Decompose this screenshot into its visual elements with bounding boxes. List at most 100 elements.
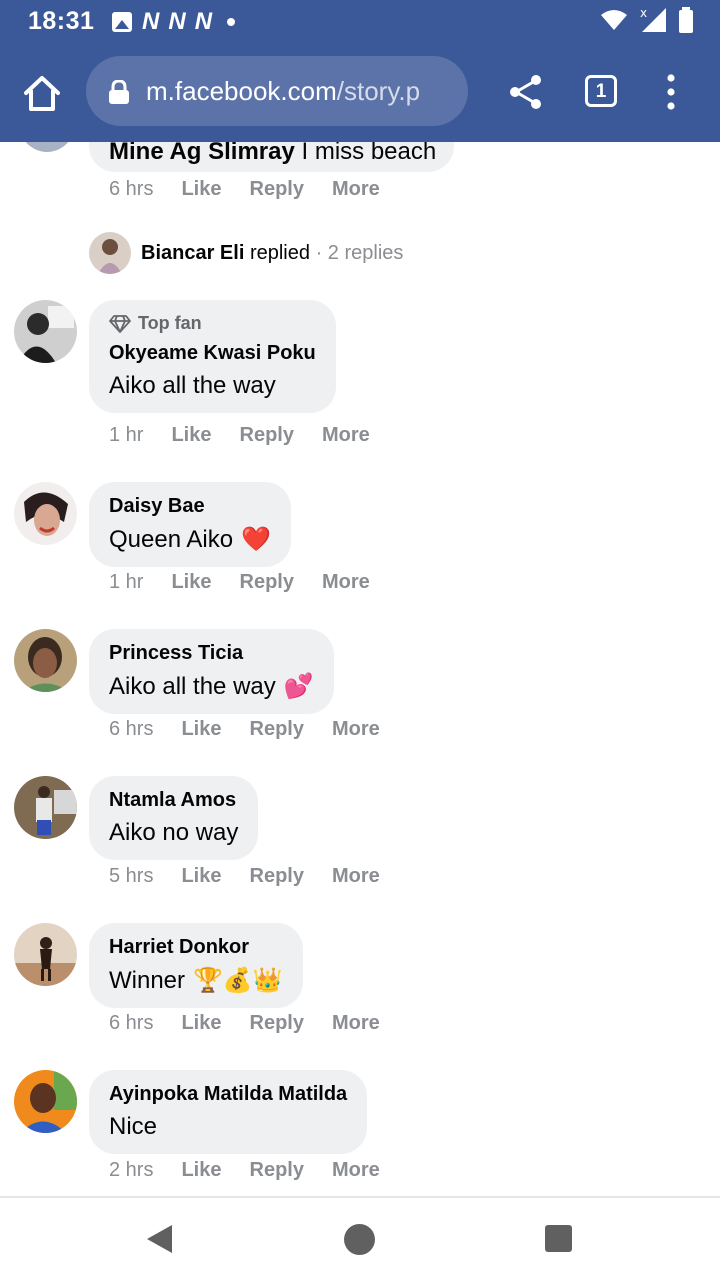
svg-text:x: x — [640, 6, 647, 20]
like-button[interactable]: Like — [171, 571, 211, 594]
comments-list: Mine Ag Slimray I miss beach 6 hrs Like … — [0, 142, 720, 1197]
comment-author[interactable]: Okyeame Kwasi Poku — [109, 342, 316, 365]
comment-time[interactable]: 6 hrs — [109, 1012, 153, 1035]
url-domain: m.facebook.com — [146, 76, 337, 106]
status-bar: 18:31 N N N x — [0, 0, 720, 44]
reply-button[interactable]: Reply — [250, 1159, 304, 1182]
trophy-moneybag-crown-emoji: 🏆💰👑 — [193, 967, 283, 994]
comment-text: Nice — [109, 1113, 158, 1140]
comment-time[interactable]: 1 hr — [109, 424, 143, 447]
more-button[interactable]: More — [332, 865, 380, 888]
replier-name: Biancar Eli — [141, 241, 245, 264]
avatar[interactable] — [14, 776, 77, 839]
like-button[interactable]: Like — [181, 718, 221, 741]
comment-item: Top fan Okyeame Kwasi Poku Aiko all the … — [0, 300, 720, 450]
status-right-icons: x — [600, 6, 694, 34]
comment-actions: 6 hrs Like Reply More — [109, 1012, 408, 1035]
comment-bubble: Harriet Donkor Winner 🏆💰👑 — [89, 923, 303, 1008]
url-text: m.facebook.com/story.p — [146, 76, 420, 107]
reply-button[interactable]: Reply — [250, 865, 304, 888]
replies-count: 2 replies — [327, 241, 404, 264]
red-heart-emoji: ❤️ — [241, 526, 271, 553]
address-bar[interactable]: m.facebook.com/story.p — [86, 56, 468, 126]
browser-toolbar: m.facebook.com/story.p 1 — [0, 44, 720, 142]
reply-button[interactable]: Reply — [250, 1012, 304, 1035]
comment-time[interactable]: 2 hrs — [109, 1159, 153, 1182]
n-icon: N — [142, 8, 159, 35]
avatar[interactable] — [14, 629, 77, 692]
comment-author[interactable]: Mine Ag Slimray — [109, 142, 295, 165]
like-button[interactable]: Like — [181, 1012, 221, 1035]
status-time: 18:31 — [28, 7, 95, 35]
battery-icon — [679, 7, 693, 33]
comment-author[interactable]: Ntamla Amos — [109, 789, 238, 812]
diamond-icon — [109, 314, 131, 333]
back-icon[interactable] — [146, 1224, 174, 1254]
two-hearts-emoji: 💕 — [283, 673, 314, 700]
comment-text: Aiko all the way — [109, 372, 276, 399]
like-button[interactable]: Like — [181, 1159, 221, 1182]
comment-time[interactable]: 6 hrs — [109, 178, 153, 201]
comment-text: Queen Aiko — [109, 525, 234, 553]
reply-button[interactable]: Reply — [240, 571, 294, 594]
comment-bubble: Ayinpoka Matilda Matilda Nice — [89, 1070, 368, 1154]
replied-verb: replied — [249, 241, 310, 264]
url-path: /story.p — [336, 76, 421, 106]
comment-item: Mine Ag Slimray I miss beach 6 hrs Like … — [0, 142, 720, 274]
reply-button[interactable]: Reply — [250, 178, 304, 201]
comment-time[interactable]: 5 hrs — [109, 865, 153, 888]
tabs-button[interactable]: 1 — [585, 75, 617, 107]
signal-icon: x — [640, 6, 666, 32]
recent-apps-icon[interactable] — [545, 1225, 572, 1252]
comment-author[interactable]: Harriet Donkor — [109, 936, 283, 959]
badge-label: Top fan — [138, 313, 202, 333]
n-icon: N — [168, 8, 185, 35]
avatar[interactable] — [14, 923, 77, 986]
comment-author[interactable]: Daisy Bae — [109, 495, 271, 518]
more-button[interactable]: More — [322, 424, 370, 447]
avatar[interactable] — [14, 300, 77, 363]
comment-bubble: Top fan Okyeame Kwasi Poku Aiko all the … — [89, 300, 336, 413]
home-icon[interactable] — [20, 72, 64, 116]
comment-time[interactable]: 6 hrs — [109, 718, 153, 741]
comment-time[interactable]: 1 hr — [109, 571, 143, 594]
comment-actions: 6 hrs Like Reply More — [109, 718, 408, 741]
image-icon — [112, 12, 132, 32]
comment-bubble: Princess Ticia Aiko all the way 💕 — [89, 629, 334, 714]
home-circle-icon[interactable] — [344, 1224, 375, 1255]
replies-separator: · — [315, 241, 323, 264]
comment-actions: 6 hrs Like Reply More — [109, 178, 408, 201]
comment-item: Ayinpoka Matilda Matilda Nice 2 hrs Like… — [0, 1070, 720, 1190]
overflow-menu-icon[interactable] — [662, 72, 680, 112]
comment-actions: 1 hr Like Reply More — [109, 571, 398, 594]
top-fan-badge: Top fan — [109, 313, 316, 334]
comment-actions: 5 hrs Like Reply More — [109, 865, 408, 888]
more-button[interactable]: More — [332, 718, 380, 741]
system-nav-bar — [0, 1196, 720, 1280]
comment-item: Ntamla Amos Aiko no way 5 hrs Like Reply… — [0, 776, 720, 896]
more-button[interactable]: More — [322, 571, 370, 594]
more-button[interactable]: More — [332, 1012, 380, 1035]
comment-actions: 1 hr Like Reply More — [109, 424, 398, 447]
comment-text: Winner — [109, 966, 186, 994]
avatar[interactable] — [14, 482, 77, 545]
like-button[interactable]: Like — [171, 424, 211, 447]
avatar[interactable] — [14, 1070, 77, 1133]
comment-actions: 2 hrs Like Reply More — [109, 1159, 408, 1182]
comment-bubble: Ntamla Amos Aiko no way — [89, 776, 259, 860]
more-button[interactable]: More — [332, 1159, 380, 1182]
share-icon[interactable] — [506, 72, 546, 112]
comment-author[interactable]: Ayinpoka Matilda Matilda — [109, 1083, 347, 1106]
comment-text: Aiko all the way — [109, 672, 276, 700]
reply-button[interactable]: Reply — [240, 424, 294, 447]
more-button[interactable]: More — [332, 178, 380, 201]
reply-button[interactable]: Reply — [250, 718, 304, 741]
lock-icon — [109, 80, 129, 104]
like-button[interactable]: Like — [181, 865, 221, 888]
comment-author[interactable]: Princess Ticia — [109, 642, 314, 665]
avatar[interactable] — [18, 142, 76, 152]
n-icon: N — [194, 8, 212, 35]
like-button[interactable]: Like — [181, 178, 221, 201]
replies-summary[interactable]: Biancar Eli replied · 2 replies — [89, 232, 403, 274]
comment-item: Princess Ticia Aiko all the way 💕 6 hrs L… — [0, 629, 720, 749]
